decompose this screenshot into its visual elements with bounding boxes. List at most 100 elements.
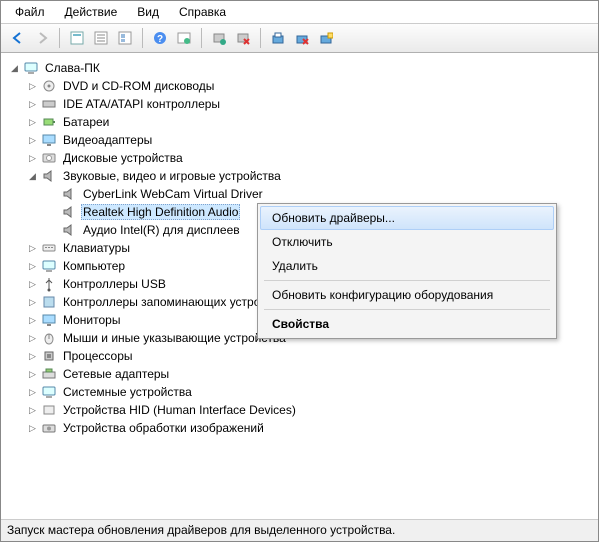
- ctx-update-drivers[interactable]: Обновить драйверы...: [260, 206, 554, 230]
- expand-icon[interactable]: ▷: [27, 405, 38, 416]
- status-text: Запуск мастера обновления драйверов для …: [7, 523, 395, 537]
- toolbar-btn-7[interactable]: [232, 27, 254, 49]
- system-icon: [41, 384, 57, 400]
- context-menu: Обновить драйверы... Отключить Удалить О…: [257, 203, 557, 339]
- menu-help[interactable]: Справка: [169, 3, 236, 21]
- status-bar: Запуск мастера обновления драйверов для …: [1, 519, 598, 541]
- tree-item-label: Клавиатуры: [61, 241, 132, 255]
- speaker-icon: [61, 204, 77, 220]
- ide-icon: [41, 96, 57, 112]
- help-icon[interactable]: ?: [149, 27, 171, 49]
- network-icon: [41, 366, 57, 382]
- tree-item[interactable]: CyberLink WebCam Virtual Driver: [47, 185, 592, 203]
- tree-item[interactable]: ▷ DVD и CD-ROM дисководы: [27, 77, 592, 95]
- tree-root-label: Слава-ПК: [43, 61, 102, 75]
- tree-item-label: Батареи: [61, 115, 111, 129]
- tree-item-label: Контроллеры запоминающих устройств: [61, 295, 287, 309]
- expand-icon[interactable]: ▷: [27, 135, 38, 146]
- tree-item-label: Видеоадаптеры: [61, 133, 154, 147]
- toolbar-btn-8[interactable]: [267, 27, 289, 49]
- ctx-properties[interactable]: Свойства: [260, 312, 554, 336]
- tree-item-label: Мониторы: [61, 313, 122, 327]
- ctx-rescan[interactable]: Обновить конфигурацию оборудования: [260, 283, 554, 307]
- tree-item-label: Дисковые устройства: [61, 151, 185, 165]
- battery-icon: [41, 114, 57, 130]
- tree-item-label: Realtek High Definition Audio: [81, 204, 240, 220]
- tree-item-label: Аудио Intel(R) для дисплеев: [81, 223, 242, 237]
- tree-item-audio-category[interactable]: ◢Звуковые, видео и игровые устройства: [27, 167, 592, 185]
- toolbar-btn-2[interactable]: [90, 27, 112, 49]
- expand-icon[interactable]: ▷: [27, 387, 38, 398]
- display-icon: [41, 132, 57, 148]
- speaker-icon: [61, 222, 77, 238]
- ctx-disable[interactable]: Отключить: [260, 230, 554, 254]
- ctx-delete[interactable]: Удалить: [260, 254, 554, 278]
- speaker-icon: [41, 168, 57, 184]
- imaging-icon: [41, 420, 57, 436]
- svg-text:?: ?: [157, 34, 163, 45]
- disk-icon: [41, 150, 57, 166]
- tree-item-label: DVD и CD-ROM дисководы: [61, 79, 216, 93]
- hid-icon: [41, 402, 57, 418]
- tree-item-label: Устройства обработки изображений: [61, 421, 266, 435]
- tree-item-label: Процессоры: [61, 349, 135, 363]
- tree-item-label: CyberLink WebCam Virtual Driver: [81, 187, 265, 201]
- expand-icon[interactable]: ▷: [27, 369, 38, 380]
- tree-item[interactable]: ▷ Видеоадаптеры: [27, 131, 592, 149]
- expand-icon[interactable]: ▷: [27, 423, 38, 434]
- cpu-icon: [41, 348, 57, 364]
- monitor-icon: [41, 312, 57, 328]
- tree-item-label: IDE ATA/ATAPI контроллеры: [61, 97, 222, 111]
- toolbar-btn-1[interactable]: [66, 27, 88, 49]
- menu-view[interactable]: Вид: [127, 3, 169, 21]
- toolbar-btn-5[interactable]: [173, 27, 195, 49]
- toolbar-btn-3[interactable]: [114, 27, 136, 49]
- tree-item[interactable]: ▷ Системные устройства: [27, 383, 592, 401]
- tree-item-label: Контроллеры USB: [61, 277, 168, 291]
- tree-item[interactable]: ▷ Устройства HID (Human Interface Devices…: [27, 401, 592, 419]
- toolbar-btn-9[interactable]: [291, 27, 313, 49]
- tree-item[interactable]: ▷ Сетевые адаптеры: [27, 365, 592, 383]
- separator: [264, 309, 550, 310]
- mouse-icon: [41, 330, 57, 346]
- storage-icon: [41, 294, 57, 310]
- expand-icon[interactable]: ▷: [27, 81, 38, 92]
- tree-item-label: Устройства HID (Human Interface Devices): [61, 403, 298, 417]
- tree-item-label: Мыши и иные указывающие устройства: [61, 331, 288, 345]
- expand-icon[interactable]: ▷: [27, 153, 38, 164]
- expand-icon[interactable]: ▷: [27, 117, 38, 128]
- expand-icon[interactable]: ▷: [27, 99, 38, 110]
- tree-item-label: Системные устройства: [61, 385, 194, 399]
- menu-file[interactable]: Файл: [5, 3, 55, 21]
- tree-item-label: Компьютер: [61, 259, 127, 273]
- collapse-icon[interactable]: ◢: [9, 63, 20, 74]
- speaker-icon: [61, 186, 77, 202]
- tree-item-label: Сетевые адаптеры: [61, 367, 171, 381]
- expand-icon[interactable]: ▷: [27, 333, 38, 344]
- expand-icon[interactable]: ▷: [27, 315, 38, 326]
- computer-icon: [41, 258, 57, 274]
- keyboard-icon: [41, 240, 57, 256]
- back-button[interactable]: [7, 27, 29, 49]
- tree-item[interactable]: ▷ Дисковые устройства: [27, 149, 592, 167]
- usb-icon: [41, 276, 57, 292]
- collapse-icon[interactable]: ◢: [27, 171, 38, 182]
- tree-item[interactable]: ▷ IDE ATA/ATAPI контроллеры: [27, 95, 592, 113]
- toolbar-btn-10[interactable]: [315, 27, 337, 49]
- toolbar-btn-6[interactable]: [208, 27, 230, 49]
- tree-root[interactable]: ◢ Слава-ПК: [9, 59, 592, 77]
- expand-icon[interactable]: ▷: [27, 351, 38, 362]
- drive-icon: [41, 78, 57, 94]
- menubar: Файл Действие Вид Справка: [1, 1, 598, 24]
- forward-button[interactable]: [31, 27, 53, 49]
- toolbar: ?: [1, 24, 598, 53]
- computer-icon: [23, 60, 39, 76]
- expand-icon[interactable]: ▷: [27, 279, 38, 290]
- tree-item[interactable]: ▷ Устройства обработки изображений: [27, 419, 592, 437]
- expand-icon[interactable]: ▷: [27, 261, 38, 272]
- tree-item[interactable]: ▷ Батареи: [27, 113, 592, 131]
- tree-item[interactable]: ▷ Процессоры: [27, 347, 592, 365]
- expand-icon[interactable]: ▷: [27, 243, 38, 254]
- menu-action[interactable]: Действие: [55, 3, 128, 21]
- expand-icon[interactable]: ▷: [27, 297, 38, 308]
